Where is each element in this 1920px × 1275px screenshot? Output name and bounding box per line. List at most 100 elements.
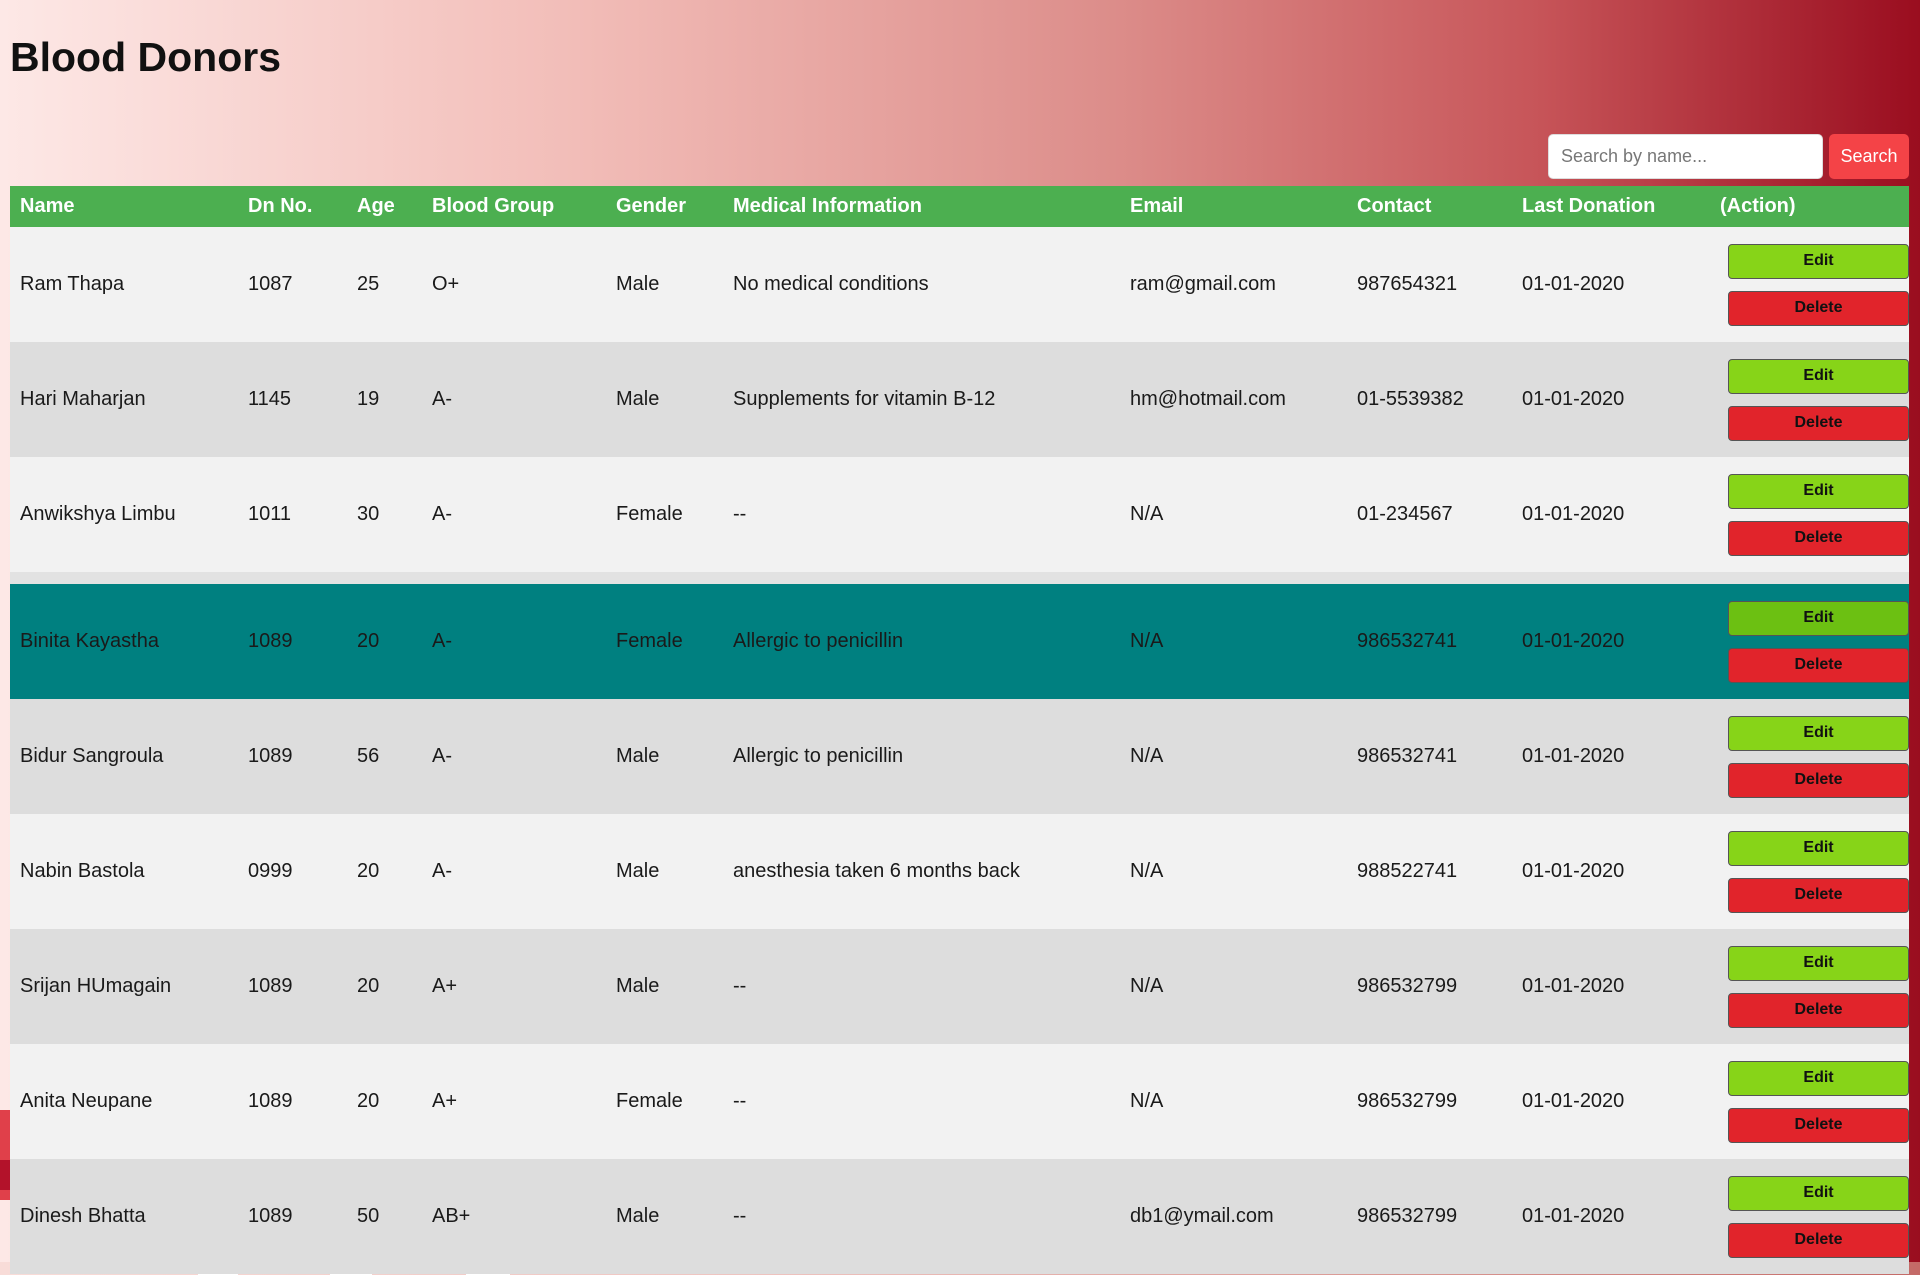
donor-age: 20 (347, 584, 422, 699)
column-header-last-donation: Last Donation (1512, 186, 1710, 227)
edit-button[interactable]: Edit (1728, 945, 1909, 981)
search-input[interactable] (1548, 134, 1823, 179)
donor-contact: 986532799 (1347, 1159, 1512, 1274)
donor-email: N/A (1120, 584, 1347, 699)
donor-name: Anwikshya Limbu (10, 457, 238, 572)
donor-name: Nabin Bastola (10, 814, 238, 929)
delete-button[interactable]: Delete (1728, 1222, 1909, 1258)
donor-number: 1089 (238, 1044, 347, 1159)
donor-last-donation: 01-01-2020 (1512, 1044, 1710, 1159)
column-header-name: Name (10, 186, 238, 227)
edit-button[interactable]: Edit (1728, 243, 1909, 279)
column-header-blood-group: Blood Group (422, 186, 606, 227)
donor-gender: Female (606, 457, 723, 572)
table-row-separator (10, 572, 1909, 584)
donor-blood-group: O+ (422, 227, 606, 342)
donor-blood-group: A- (422, 814, 606, 929)
donors-table: Name Dn No. Age Blood Group Gender Medic… (10, 186, 1909, 1274)
donor-age: 19 (347, 342, 422, 457)
donor-contact: 986532799 (1347, 929, 1512, 1044)
donor-last-donation: 01-01-2020 (1512, 699, 1710, 814)
donor-gender: Female (606, 584, 723, 699)
donor-name: Hari Maharjan (10, 342, 238, 457)
donor-age: 20 (347, 814, 422, 929)
donor-medical-info: anesthesia taken 6 months back (723, 814, 1120, 929)
search-button[interactable]: Search (1829, 134, 1909, 179)
donor-last-donation: 01-01-2020 (1512, 342, 1710, 457)
delete-button[interactable]: Delete (1728, 762, 1909, 798)
delete-button[interactable]: Delete (1728, 877, 1909, 913)
donor-email: N/A (1120, 929, 1347, 1044)
donor-last-donation: 01-01-2020 (1512, 1159, 1710, 1274)
donor-last-donation: 01-01-2020 (1512, 457, 1710, 572)
page-title: Blood Donors (10, 34, 282, 80)
donor-name: Dinesh Bhatta (10, 1159, 238, 1274)
table-row: Nabin Bastola 0999 20 A- Male anesthesia… (10, 814, 1909, 929)
donor-contact: 987654321 (1347, 227, 1512, 342)
donor-medical-info: Allergic to penicillin (723, 584, 1120, 699)
table-row: Ram Thapa 1087 25 O+ Male No medical con… (10, 227, 1909, 342)
column-header-medical-information: Medical Information (723, 186, 1120, 227)
edit-button[interactable]: Edit (1728, 473, 1909, 509)
donor-number: 1089 (238, 584, 347, 699)
donor-medical-info: Supplements for vitamin B-12 (723, 342, 1120, 457)
donor-age: 30 (347, 457, 422, 572)
donor-contact: 988522741 (1347, 814, 1512, 929)
edit-button[interactable]: Edit (1728, 1175, 1909, 1211)
donor-medical-info: Allergic to penicillin (723, 699, 1120, 814)
donor-email: ram@gmail.com (1120, 227, 1347, 342)
donor-contact: 986532741 (1347, 584, 1512, 699)
donor-blood-group: A- (422, 457, 606, 572)
donor-email: db1@ymail.com (1120, 1159, 1347, 1274)
donor-medical-info: No medical conditions (723, 227, 1120, 342)
donor-age: 50 (347, 1159, 422, 1274)
table-row: Hari Maharjan 1145 19 A- Male Supplement… (10, 342, 1909, 457)
donor-email: N/A (1120, 699, 1347, 814)
delete-button[interactable]: Delete (1728, 647, 1909, 683)
donor-last-donation: 01-01-2020 (1512, 814, 1710, 929)
table-row-highlighted: Binita Kayastha 1089 20 A- Female Allerg… (10, 584, 1909, 699)
column-header-dn-no: Dn No. (238, 186, 347, 227)
donor-medical-info: -- (723, 1044, 1120, 1159)
edit-button[interactable]: Edit (1728, 1060, 1909, 1096)
donor-gender: Male (606, 814, 723, 929)
donor-contact: 01-234567 (1347, 457, 1512, 572)
donor-name: Binita Kayastha (10, 584, 238, 699)
donor-name: Srijan HUmagain (10, 929, 238, 1044)
donor-blood-group: A- (422, 584, 606, 699)
delete-button[interactable]: Delete (1728, 405, 1909, 441)
table-header-row: Name Dn No. Age Blood Group Gender Medic… (10, 186, 1909, 227)
edit-button[interactable]: Edit (1728, 358, 1909, 394)
donor-contact: 986532741 (1347, 699, 1512, 814)
donor-contact: 986532799 (1347, 1044, 1512, 1159)
donor-contact: 01-5539382 (1347, 342, 1512, 457)
column-header-contact: Contact (1347, 186, 1512, 227)
search-bar: Search (1548, 134, 1909, 179)
table-row: Dinesh Bhatta 1089 50 AB+ Male -- db1@ym… (10, 1159, 1909, 1274)
donor-blood-group: AB+ (422, 1159, 606, 1274)
background-accent (0, 1160, 10, 1190)
donor-blood-group: A- (422, 699, 606, 814)
donor-age: 25 (347, 227, 422, 342)
delete-button[interactable]: Delete (1728, 992, 1909, 1028)
column-header-email: Email (1120, 186, 1347, 227)
donor-blood-group: A+ (422, 929, 606, 1044)
delete-button[interactable]: Delete (1728, 290, 1909, 326)
edit-button[interactable]: Edit (1728, 715, 1909, 751)
edit-button[interactable]: Edit (1728, 600, 1909, 636)
donor-blood-group: A+ (422, 1044, 606, 1159)
donor-number: 1089 (238, 699, 347, 814)
action-cell: Edit Delete (1710, 584, 1909, 699)
donor-blood-group: A- (422, 342, 606, 457)
donor-name: Ram Thapa (10, 227, 238, 342)
donor-number: 1089 (238, 1159, 347, 1274)
delete-button[interactable]: Delete (1728, 520, 1909, 556)
donor-number: 1145 (238, 342, 347, 457)
donor-name: Anita Neupane (10, 1044, 238, 1159)
donor-email: hm@hotmail.com (1120, 342, 1347, 457)
delete-button[interactable]: Delete (1728, 1107, 1909, 1143)
separator-cell (10, 572, 1909, 584)
edit-button[interactable]: Edit (1728, 830, 1909, 866)
donor-gender: Female (606, 1044, 723, 1159)
donor-gender: Male (606, 699, 723, 814)
